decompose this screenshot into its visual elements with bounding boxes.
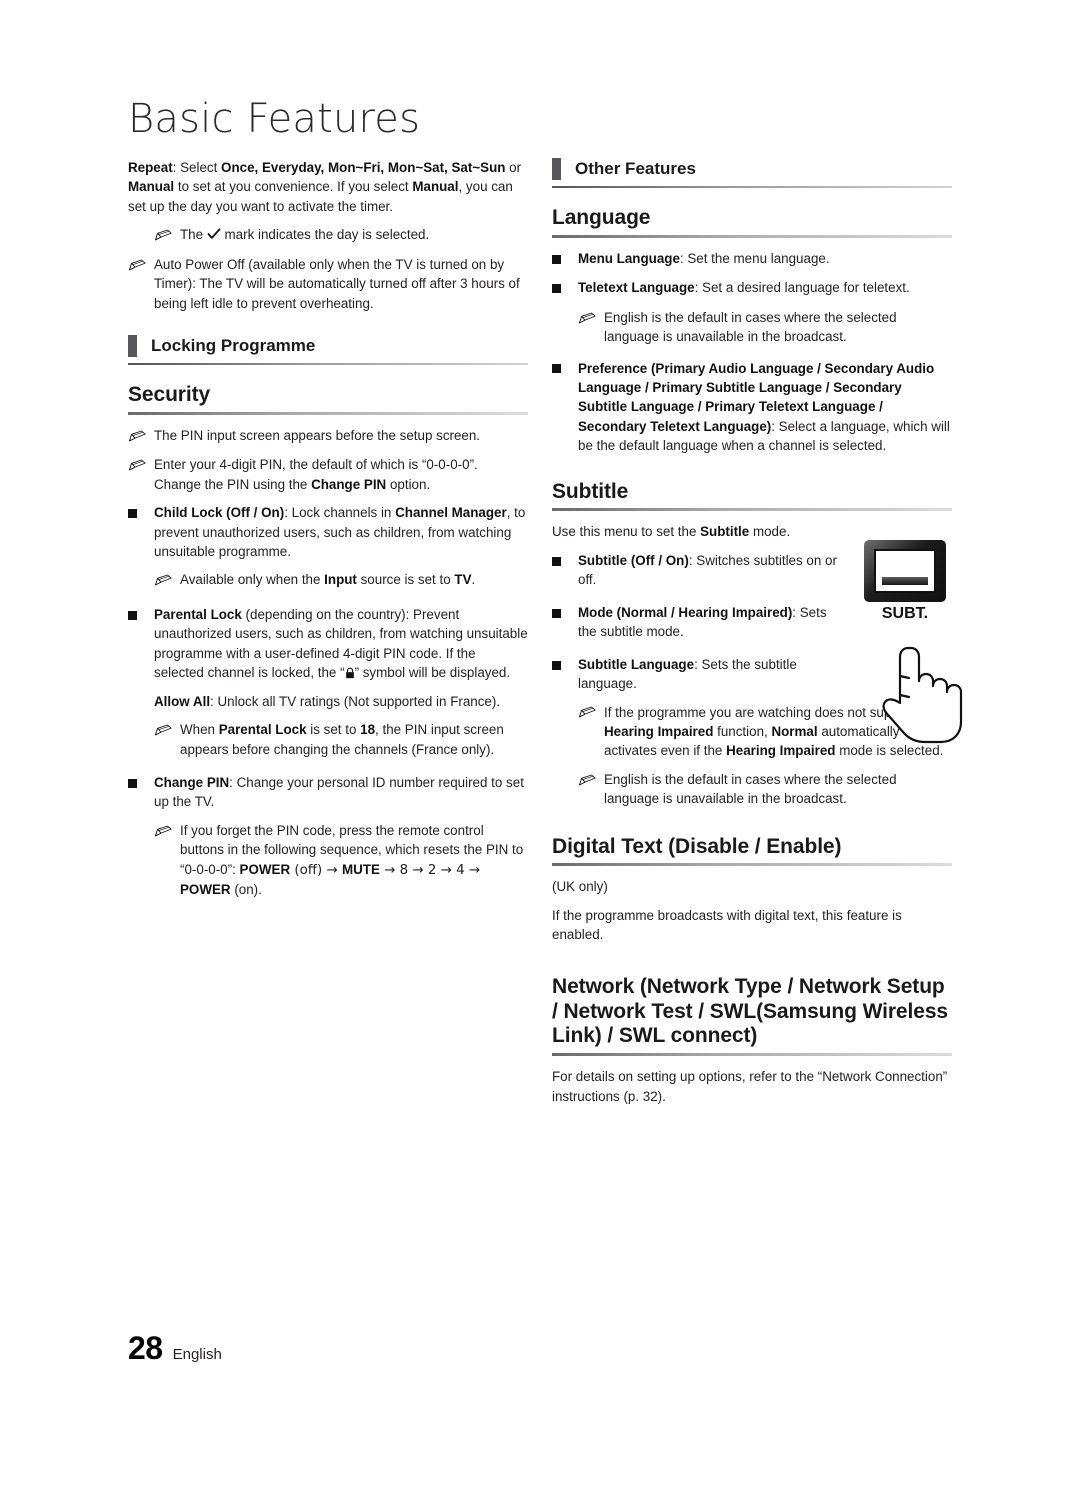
heading-digital-text: Digital Text (Disable / Enable) [552, 834, 842, 858]
section-bar-icon [128, 335, 137, 358]
heading-rule [552, 1053, 952, 1057]
pointing-hand-icon [882, 646, 963, 744]
heading-language: Language [552, 206, 651, 229]
square-bullet-icon [552, 603, 578, 642]
pencil-note-icon [128, 455, 154, 494]
square-bullet-icon [128, 773, 154, 812]
note-auto-power-off: Auto Power Off (available only when the … [128, 255, 528, 313]
padlock-icon [345, 667, 354, 679]
note-subtitle-english-default: English is the default in cases where th… [578, 770, 952, 809]
document-page: Basic Features Repeat: Select Once, Ever… [0, 0, 1080, 1494]
heading-security: Security [128, 383, 211, 407]
list-item-subtitle-mode: Mode (Normal / Hearing Impaired): Sets t… [552, 603, 848, 642]
square-bullet-icon [128, 503, 154, 561]
section-title: Other Features [575, 159, 696, 178]
list-item-text: Menu Language: Set the menu language. [578, 250, 830, 266]
heading-rule [552, 863, 952, 867]
note-pin-screen: The PIN input screen appears before the … [128, 426, 528, 446]
section-bar-icon [552, 158, 561, 180]
note-text: When Parental Lock is set to 18, the PIN… [180, 722, 504, 757]
note-text: Available only when the Input source is … [180, 572, 476, 588]
note-child-lock-input: Available only when the Input source is … [154, 570, 528, 590]
note-forgot-pin: If you forget the PIN code, press the re… [154, 821, 528, 900]
page-number: 28 [128, 1330, 163, 1366]
list-item-teletext-language: Teletext Language: Set a desired languag… [552, 278, 952, 298]
list-item-subtitle-language: Subtitle Language: Sets the subtitle lan… [552, 655, 848, 694]
pencil-note-icon [154, 821, 180, 900]
square-bullet-icon [552, 278, 578, 298]
allow-all-text: Allow All: Unlock all TV ratings (Not su… [154, 693, 501, 709]
note-teletext-english-default: English is the default in cases where th… [578, 308, 952, 347]
pencil-note-icon [128, 426, 154, 446]
square-bullet-icon [128, 605, 154, 683]
heading-rule [128, 411, 528, 415]
note-text: The mark indicates the day is selected. [180, 227, 430, 243]
network-body: For details on setting up options, refer… [552, 1069, 948, 1104]
section-locking-programme: Locking Programme [128, 335, 528, 366]
list-item-change-pin: Change PIN: Change your personal ID numb… [128, 773, 528, 812]
subt-remote-button-icon [864, 540, 946, 602]
list-item-text: Subtitle Language: Sets the subtitle lan… [578, 656, 797, 692]
pencil-note-icon [154, 720, 180, 759]
pencil-note-icon [578, 703, 604, 761]
subt-button-label: SUBT. [881, 605, 929, 622]
section-rule [128, 363, 528, 366]
list-item-subtitle-onoff: Subtitle (Off / On): Switches subtitles … [552, 551, 848, 590]
subt-remote-figure: SUBT. [852, 540, 980, 744]
pencil-note-icon [154, 225, 180, 245]
list-item-text: Preference (Primary Audio Language / Sec… [578, 360, 950, 454]
paragraph-allow-all: Allow All: Unlock all TV ratings (Not su… [128, 692, 528, 711]
section-title: Locking Programme [151, 336, 316, 356]
heading-network: Network (Network Type / Network Setup / … [552, 974, 948, 1048]
repeat-paragraph: Repeat: Select Once, Everyday, Mon~Fri, … [128, 160, 522, 214]
list-item-text: Child Lock (Off / On): Lock channels in … [154, 505, 526, 560]
note-text: The PIN input screen appears before the … [154, 427, 481, 443]
pencil-note-icon [578, 770, 604, 809]
square-bullet-icon [552, 359, 578, 456]
square-bullet-icon [552, 655, 578, 694]
note-text: English is the default in cases where th… [604, 771, 897, 807]
note-parental-lock-18: When Parental Lock is set to 18, the PIN… [154, 720, 528, 759]
left-column: Repeat: Select Once, Everyday, Mon~Fri, … [128, 158, 528, 909]
heading-subtitle: Subtitle [552, 479, 629, 503]
list-item-text: Mode (Normal / Hearing Impaired): Sets t… [578, 604, 827, 640]
page-footer: 28 English [128, 1330, 222, 1367]
check-mark-icon [207, 228, 221, 240]
digital-text-uk-note: (UK only) [552, 879, 608, 895]
pencil-note-icon [154, 570, 180, 590]
list-item-preference: Preference (Primary Audio Language / Sec… [552, 359, 952, 456]
section-other-features: Other Features [552, 158, 952, 188]
list-item-text: Subtitle (Off / On): Switches subtitles … [578, 552, 837, 588]
page-title: Basic Features [128, 96, 421, 142]
square-bullet-icon [552, 249, 578, 269]
list-item-text: Teletext Language: Set a desired languag… [578, 280, 910, 296]
page-language: English [172, 1346, 222, 1363]
repeat-label: Repeat [128, 160, 173, 175]
subtitle-text-block: Use this menu to set the Subtitle mode. … [552, 522, 848, 693]
pencil-note-icon [578, 308, 604, 347]
list-item-text: Parental Lock (depending on the country)… [154, 606, 528, 681]
list-item-menu-language: Menu Language: Set the menu language. [552, 249, 952, 269]
list-item-child-lock: Child Lock (Off / On): Lock channels in … [128, 503, 528, 561]
heading-rule [552, 234, 952, 238]
note-text: Enter your 4-digit PIN, the default of w… [154, 457, 478, 492]
list-item-parental-lock: Parental Lock (depending on the country)… [128, 605, 528, 683]
note-check-mark: The mark indicates the day is selected. [154, 225, 528, 245]
digital-text-body: If the programme broadcasts with digital… [552, 907, 902, 943]
section-rule [552, 186, 952, 188]
list-item-text: Change PIN: Change your personal ID numb… [154, 774, 524, 810]
note-enter-pin: Enter your 4-digit PIN, the default of w… [128, 455, 528, 494]
pencil-note-icon [128, 255, 154, 313]
square-bullet-icon [552, 551, 578, 590]
note-text: English is the default in cases where th… [604, 309, 897, 345]
subtitle-intro: Use this menu to set the Subtitle mode. [552, 524, 791, 540]
note-text: If you forget the PIN code, press the re… [180, 822, 524, 898]
note-text: Auto Power Off (available only when the … [154, 256, 520, 311]
heading-rule [552, 508, 952, 512]
